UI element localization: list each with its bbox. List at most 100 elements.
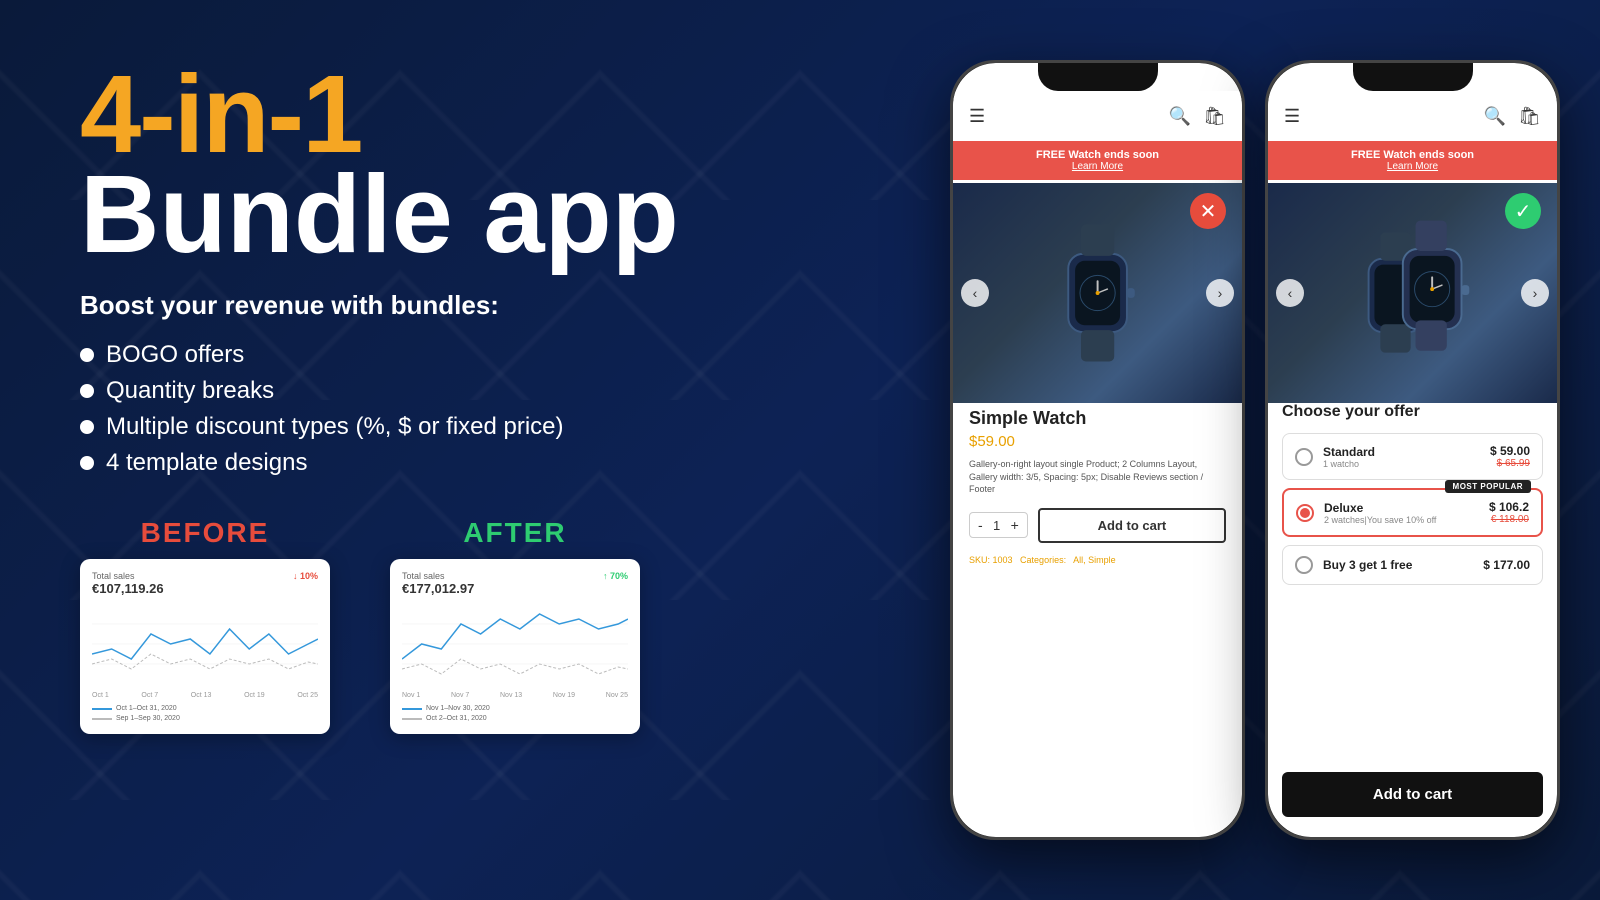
phone1-product-desc: Gallery-on-right layout single Product; … — [969, 458, 1226, 496]
offer-sub-deluxe: 2 watches|You save 10% off — [1324, 515, 1479, 525]
phone1-arrow-left[interactable]: ‹ — [961, 279, 989, 307]
list-item: BOGO offers — [80, 341, 760, 369]
after-chart: Total sales €177,012.97 ↑ 70% — [390, 559, 640, 734]
phone2-offers-section: Choose your offer Standard 1 watcho $ 59… — [1268, 403, 1557, 593]
offer-price-col-deluxe: $ 106.2 € 118.00 — [1489, 500, 1529, 525]
phone2-nav: ☰ 🔍 🛍 — [1268, 91, 1557, 141]
chart-badge: ↓ 10% — [293, 571, 318, 596]
before-label: BEFORE — [141, 517, 270, 549]
bullet-icon — [80, 348, 94, 362]
before-chart: Total sales €107,119.26 ↓ 10% — [80, 559, 330, 734]
after-label: AFTER — [463, 517, 566, 549]
chart-total-value: €107,119.26 — [92, 581, 164, 596]
phone1-notch — [1038, 63, 1158, 91]
bullet-text: BOGO offers — [106, 341, 244, 369]
phone1-banner-text: FREE Watch ends soon — [961, 149, 1234, 161]
offer-sub-standard: 1 watcho — [1323, 459, 1480, 469]
chart-total-label: Total sales — [402, 571, 474, 581]
bullet-text: 4 template designs — [106, 449, 307, 477]
phone2-screen: ☰ 🔍 🛍 FREE Watch ends soon Learn More — [1268, 63, 1557, 837]
watch-illustration — [982, 205, 1213, 381]
phone1-mockup: ☰ 🔍 🛍 FREE Watch ends soon Learn More — [950, 60, 1245, 840]
subtitle: Boost your revenue with bundles: — [80, 290, 760, 321]
phone2-banner-link[interactable]: Learn More — [1276, 161, 1549, 172]
phone2-arrow-right[interactable]: › — [1521, 279, 1549, 307]
phone2-mockup: ☰ 🔍 🛍 FREE Watch ends soon Learn More — [1265, 60, 1560, 840]
list-item: Multiple discount types (%, $ or fixed p… — [80, 413, 760, 441]
offer-info-standard: Standard 1 watcho — [1323, 445, 1480, 469]
offer-old-price-deluxe: € 118.00 — [1489, 514, 1529, 525]
offer-option-standard[interactable]: Standard 1 watcho $ 59.00 $ 65.99 — [1282, 433, 1543, 480]
offer-price-col-standard: $ 59.00 $ 65.99 — [1490, 444, 1530, 469]
before-chart-area — [92, 604, 318, 684]
radio-standard[interactable] — [1295, 448, 1313, 466]
offer-option-deluxe[interactable]: MOST POPULAR Deluxe 2 watches|You save 1… — [1282, 488, 1543, 537]
phone1-banner: FREE Watch ends soon Learn More — [953, 141, 1242, 180]
phone2-banner-text: FREE Watch ends soon — [1276, 149, 1549, 161]
offer-price-bogo: $ 177.00 — [1483, 558, 1530, 572]
radio-bogo[interactable] — [1295, 556, 1313, 574]
offer-info-deluxe: Deluxe 2 watches|You save 10% off — [1324, 501, 1479, 525]
feature-list: BOGO offers Quantity breaks Multiple dis… — [80, 341, 760, 477]
chart-total-label: Total sales — [92, 571, 164, 581]
categories-label: Categories: — [1020, 555, 1066, 565]
phone1-status-x: ✕ — [1190, 193, 1226, 229]
phone2-add-to-cart-button[interactable]: Add to cart — [1282, 772, 1543, 817]
phone1-arrow-right[interactable]: › — [1206, 279, 1234, 307]
cart-icon[interactable]: 🛍 — [1518, 106, 1541, 127]
offer-price-deluxe: $ 106.2 — [1489, 500, 1529, 514]
cart-icon[interactable]: 🛍 — [1203, 106, 1226, 127]
phone1-product-footer: SKU: 1003 Categories: All, Simple — [969, 555, 1226, 565]
nav-icons-right: 🔍 🛍 — [1484, 106, 1541, 127]
phone1-banner-link[interactable]: Learn More — [961, 161, 1234, 172]
phone2-arrow-left[interactable]: ‹ — [1276, 279, 1304, 307]
chart-total-value: €177,012.97 — [402, 581, 474, 596]
bullet-icon — [80, 420, 94, 434]
list-item: 4 template designs — [80, 449, 760, 477]
phone1-qty-control[interactable]: - 1 + — [969, 512, 1028, 538]
categories-value: All, Simple — [1073, 555, 1116, 565]
qty-minus[interactable]: - — [978, 517, 983, 533]
after-chart-area — [402, 604, 628, 684]
phones-container: ☰ 🔍 🛍 FREE Watch ends soon Learn More — [950, 60, 1560, 840]
most-popular-badge: MOST POPULAR — [1445, 480, 1531, 493]
offer-name-standard: Standard — [1323, 445, 1480, 459]
phone1-screen: ☰ 🔍 🛍 FREE Watch ends soon Learn More — [953, 63, 1242, 837]
phone2-status-check: ✓ — [1505, 193, 1541, 229]
phone2-banner: FREE Watch ends soon Learn More — [1268, 141, 1557, 180]
bullet-icon — [80, 384, 94, 398]
title-main: Bundle app — [80, 160, 760, 270]
phone2-notch — [1353, 63, 1473, 91]
bullet-icon — [80, 456, 94, 470]
bullet-text: Quantity breaks — [106, 377, 274, 405]
offer-option-bogo[interactable]: Buy 3 get 1 free $ 177.00 — [1282, 545, 1543, 585]
watch-illustration-2 — [1297, 205, 1528, 381]
qty-value: 1 — [989, 518, 1005, 533]
search-icon[interactable]: 🔍 — [1169, 106, 1191, 127]
chart-badge-after: ↑ 70% — [603, 571, 628, 596]
radio-deluxe[interactable] — [1296, 504, 1314, 522]
offer-name-bogo: Buy 3 get 1 free — [1323, 558, 1473, 572]
offer-price-col-bogo: $ 177.00 — [1483, 558, 1530, 572]
list-item: Quantity breaks — [80, 377, 760, 405]
offer-info-bogo: Buy 3 get 1 free — [1323, 558, 1473, 572]
bullet-text: Multiple discount types (%, $ or fixed p… — [106, 413, 564, 441]
choose-offer-title: Choose your offer — [1282, 403, 1543, 421]
hamburger-icon[interactable]: ☰ — [1284, 106, 1300, 127]
offer-price-standard: $ 59.00 — [1490, 444, 1530, 458]
after-section: AFTER Total sales €177,012.97 ↑ 70% — [390, 517, 640, 734]
hamburger-icon[interactable]: ☰ — [969, 106, 985, 127]
phone1-atc-row: - 1 + Add to cart — [969, 508, 1226, 543]
before-after-section: BEFORE Total sales €107,119.26 ↓ 10% — [80, 517, 760, 734]
radio-inner-deluxe — [1300, 508, 1310, 518]
qty-plus[interactable]: + — [1011, 517, 1019, 533]
offer-name-deluxe: Deluxe — [1324, 501, 1479, 515]
phone1-product-info: Simple Watch $59.00 Gallery-on-right lay… — [969, 408, 1226, 565]
phone1-product-price: $59.00 — [969, 433, 1226, 450]
sku-label: SKU: 1003 — [969, 555, 1013, 565]
offer-old-price-standard: $ 65.99 — [1490, 458, 1530, 469]
search-icon[interactable]: 🔍 — [1484, 106, 1506, 127]
phone1-add-to-cart-button[interactable]: Add to cart — [1038, 508, 1226, 543]
left-panel: 4-in-1 Bundle app Boost your revenue wit… — [80, 60, 760, 734]
before-section: BEFORE Total sales €107,119.26 ↓ 10% — [80, 517, 330, 734]
